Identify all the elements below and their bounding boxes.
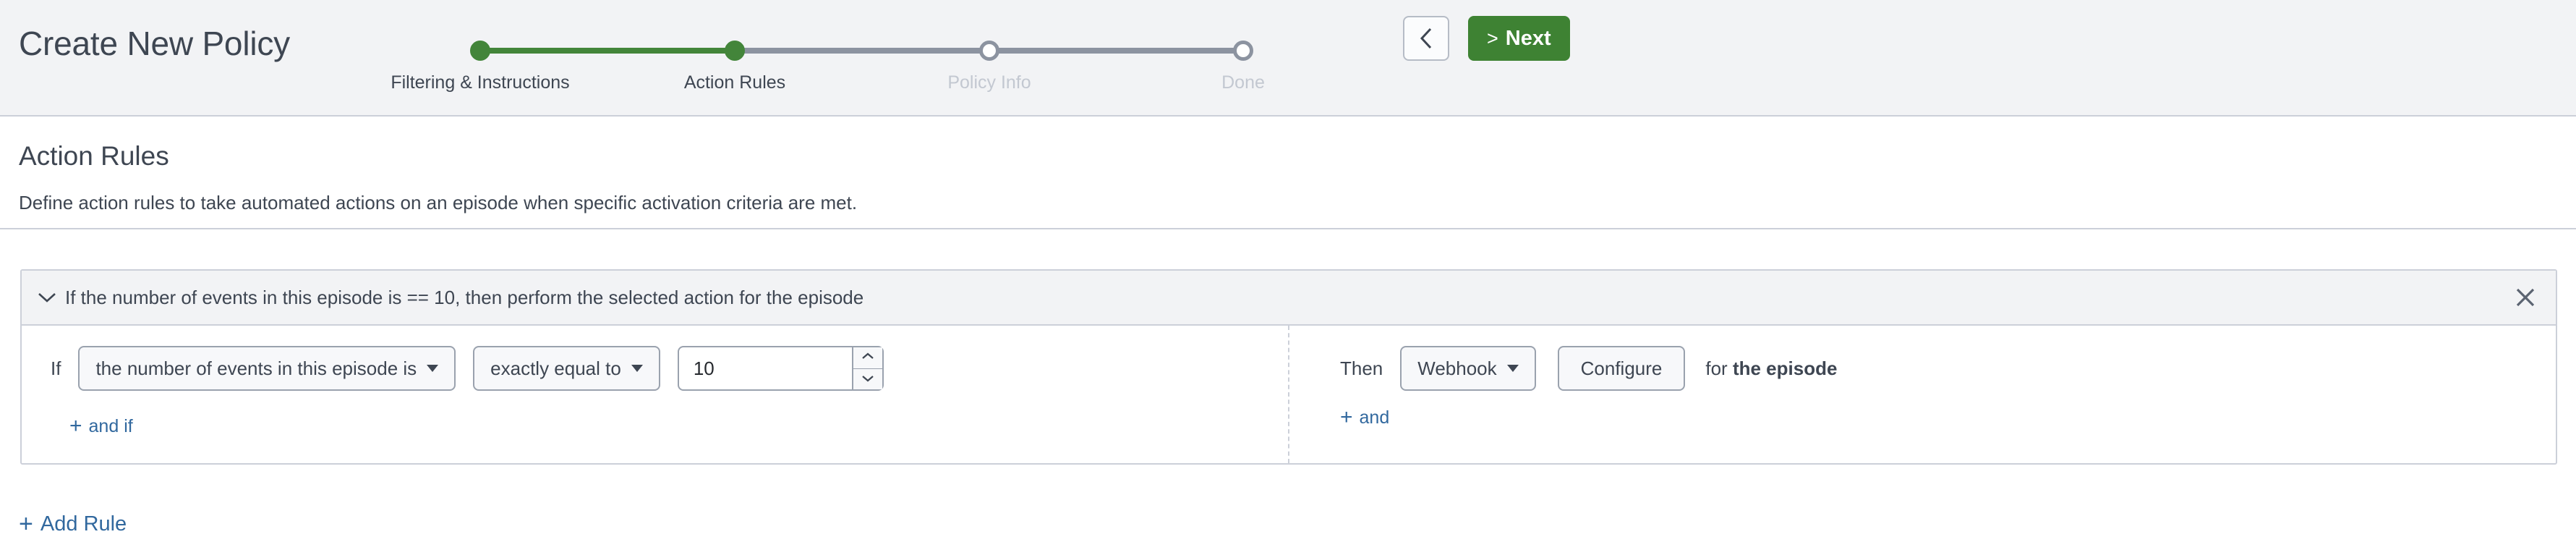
stepper-step-label: Action Rules: [683, 72, 786, 93]
for-target: the episode: [1732, 357, 1838, 379]
chevron-up-icon: [861, 351, 874, 364]
action-type-value: Webhook: [1417, 357, 1497, 379]
configure-button[interactable]: Configure: [1557, 346, 1686, 391]
close-icon[interactable]: [2514, 286, 2537, 309]
then-label: Then: [1340, 357, 1383, 379]
chevron-right-glyph-icon: >: [1487, 27, 1498, 49]
next-button-label: Next: [1505, 26, 1551, 50]
rule-condition-row: If the number of events in this episode …: [51, 346, 884, 391]
wizard-stepper: Filtering & Instructions Action Rules Po…: [376, 20, 1273, 107]
condition-value-input[interactable]: 10: [679, 358, 715, 380]
stepper-step-label: Filtering & Instructions: [391, 72, 570, 93]
chevron-down-icon[interactable]: [22, 292, 62, 303]
page-header: Create New Policy Filtering & Instructio…: [0, 0, 2576, 117]
stepper-increment-button[interactable]: [853, 347, 882, 369]
chevron-down-icon: [427, 365, 439, 372]
add-rule-link[interactable]: + Add Rule: [19, 512, 127, 536]
create-policy-wizard-page: Create New Policy Filtering & Instructio…: [0, 0, 2576, 550]
plus-icon: +: [69, 414, 82, 438]
stepper-dot-icon: [470, 41, 490, 61]
rule-action-row: Then Webhook Configure for the episode: [1340, 346, 1837, 391]
wizard-nav-buttons: > Next: [1403, 16, 1570, 61]
stepper-dot-icon: [1233, 41, 1253, 61]
chevron-down-icon: [861, 373, 874, 386]
action-rule-card-header[interactable]: If the number of events in this episode …: [22, 271, 2556, 326]
stepper-buttons: [851, 347, 882, 389]
chevron-down-icon: [1506, 365, 1519, 372]
rule-then-column: Then Webhook Configure for the episode +…: [1291, 326, 2556, 463]
plus-icon: +: [1340, 405, 1353, 429]
action-type-dropdown[interactable]: Webhook: [1400, 346, 1536, 391]
add-rule-label: Add Rule: [40, 512, 127, 536]
action-rule-summary: If the number of events in this episode …: [65, 286, 864, 308]
condition-subject-dropdown[interactable]: the number of events in this episode is: [78, 346, 456, 391]
page-title: Create New Policy: [19, 25, 290, 62]
stepper-step-label: Policy Info: [947, 72, 1031, 93]
action-rule-card: If the number of events in this episode …: [20, 269, 2557, 465]
section-header: Action Rules Define action rules to take…: [0, 117, 2576, 229]
add-action-link[interactable]: + and: [1340, 407, 1389, 428]
rule-if-column: If the number of events in this episode …: [22, 326, 1289, 463]
add-action-label: and: [1359, 407, 1390, 428]
stepper-dot-icon: [725, 41, 745, 61]
stepper-decrement-button[interactable]: [853, 368, 882, 389]
action-target-text: for the episode: [1705, 358, 1837, 380]
condition-value-stepper[interactable]: 10: [677, 346, 884, 391]
section-description: Define action rules to take automated ac…: [19, 192, 858, 213]
for-prefix: for: [1705, 357, 1728, 379]
condition-operator-dropdown[interactable]: exactly equal to: [473, 346, 660, 391]
if-label: If: [51, 357, 61, 379]
stepper-dot-icon: [979, 41, 999, 61]
stepper-track-progress: [480, 48, 735, 54]
chevron-down-icon: [631, 365, 643, 372]
condition-subject-value: the number of events in this episode is: [95, 357, 417, 379]
add-condition-label: and if: [88, 415, 133, 436]
plus-icon: +: [19, 510, 33, 538]
section-title: Action Rules: [19, 141, 169, 171]
condition-operator-value: exactly equal to: [490, 357, 621, 379]
next-button[interactable]: > Next: [1468, 16, 1570, 61]
chevron-left-icon: [1419, 27, 1433, 50]
add-condition-link[interactable]: + and if: [69, 415, 133, 437]
back-button[interactable]: [1403, 16, 1449, 61]
action-rule-body: If the number of events in this episode …: [22, 326, 2556, 463]
section-divider: [0, 228, 2576, 229]
stepper-step-label: Done: [1221, 72, 1265, 93]
